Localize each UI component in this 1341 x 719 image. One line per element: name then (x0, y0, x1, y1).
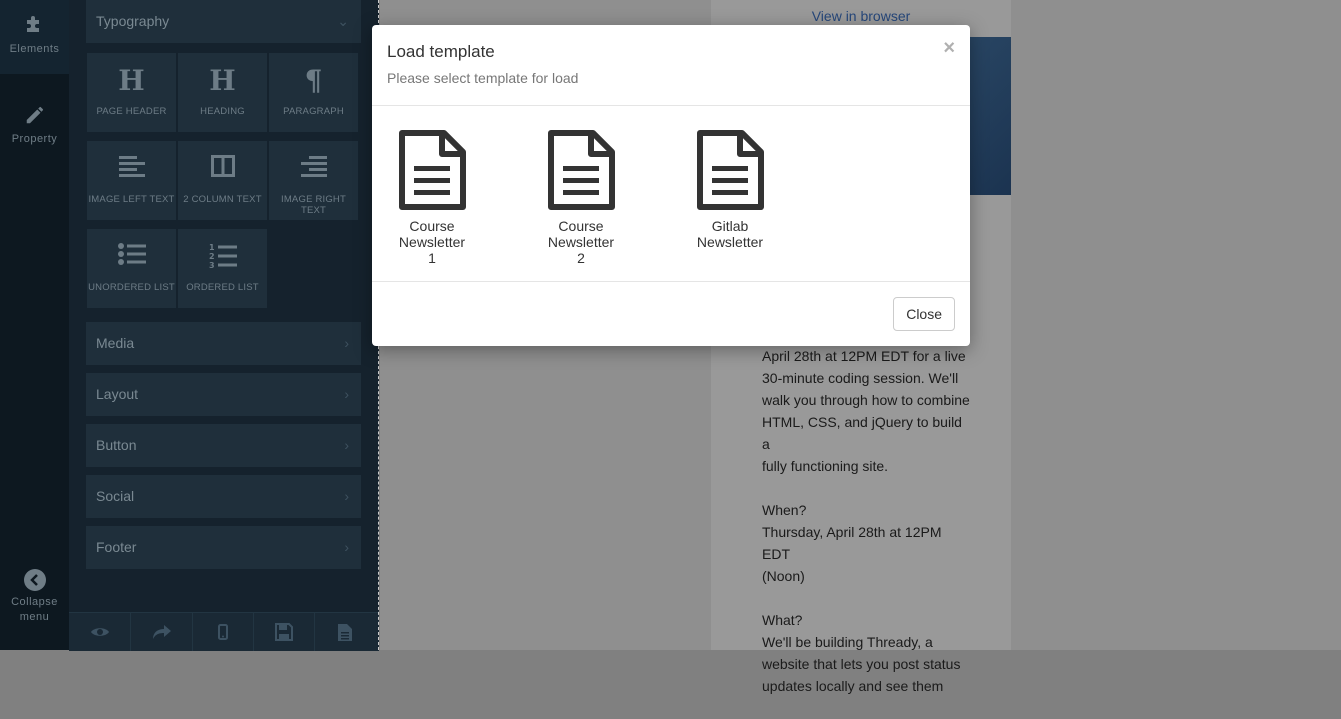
document-icon (399, 130, 466, 210)
modal-backdrop[interactable]: Load template Please select template for… (0, 0, 1341, 650)
close-button[interactable]: Close (893, 297, 955, 331)
modal-title: Load template (387, 42, 495, 61)
modal-footer: Close (372, 281, 970, 347)
close-icon[interactable]: × (943, 38, 955, 58)
modal-header: Load template Please select template for… (372, 25, 970, 106)
template-label: Course Newsletter 1 (398, 218, 466, 266)
template-label: Gitlab Newsletter (696, 218, 764, 250)
document-icon (697, 130, 764, 210)
email-line: website that lets you post status (762, 656, 961, 672)
template-label: Course Newsletter 2 (547, 218, 615, 266)
load-template-modal: Load template Please select template for… (372, 25, 970, 346)
email-line: updates locally and see them (762, 678, 944, 694)
template-course-newsletter-1[interactable]: Course Newsletter 1 (397, 130, 467, 266)
modal-subtitle: Please select template for load (387, 70, 579, 86)
document-icon (548, 130, 615, 210)
template-course-newsletter-2[interactable]: Course Newsletter 2 (546, 130, 616, 266)
template-gitlab-newsletter[interactable]: Gitlab Newsletter (695, 130, 765, 250)
